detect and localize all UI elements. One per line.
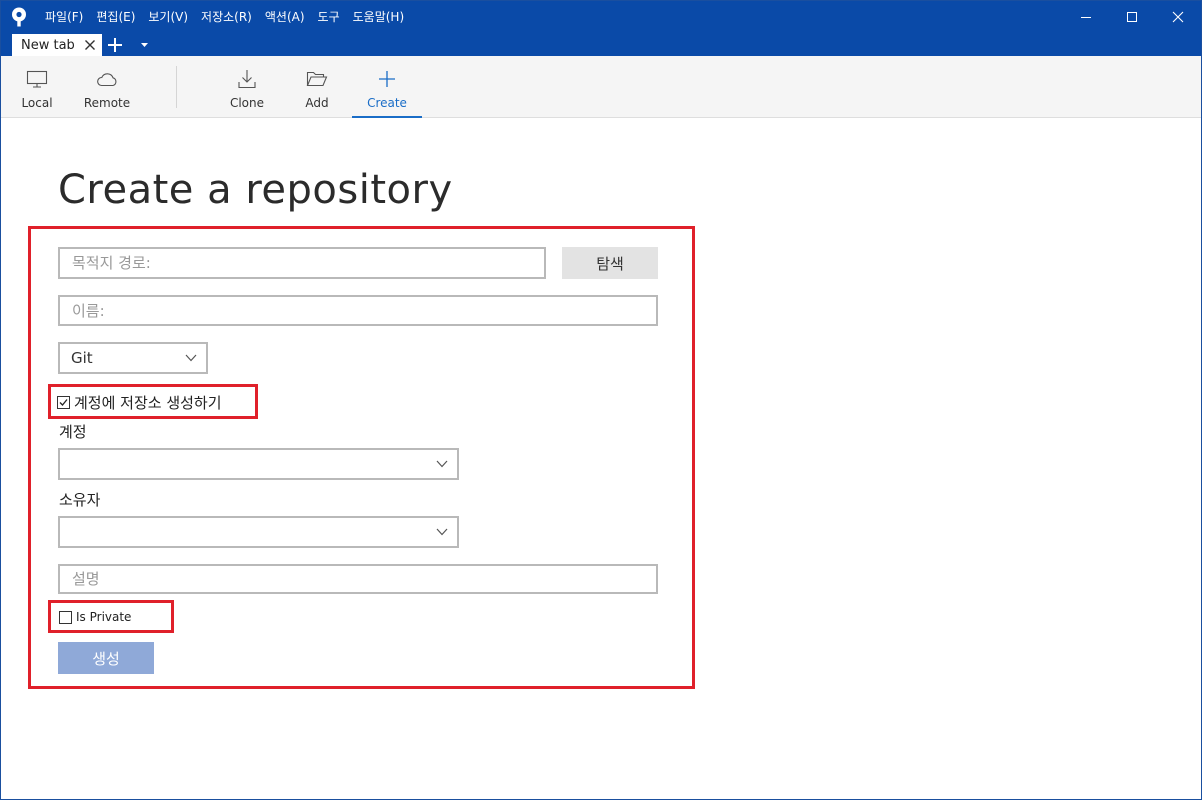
toolbar-create[interactable]: Create [352,56,422,118]
plus-icon [379,71,395,87]
sourcetree-logo-icon[interactable] [10,7,28,27]
toolbar-local[interactable]: Local [11,56,63,118]
tab-bar: New tab [1,32,1201,56]
menu-file[interactable]: 파일(F) [45,8,83,25]
menu-repository[interactable]: 저장소(R) [201,8,252,25]
private-checkbox[interactable] [59,610,72,624]
account-label: 계정 [59,423,87,441]
owner-select[interactable] [58,516,459,548]
chevron-down-icon [436,460,448,468]
account-select[interactable] [58,448,459,480]
toolbar-clone[interactable]: Clone [221,56,273,118]
toolbar-clone-label: Clone [229,96,265,110]
menu-tools[interactable]: 도구 [318,8,340,25]
menu-actions[interactable]: 액션(A) [265,8,305,25]
owner-label: 소유자 [59,491,101,509]
checkmark-icon [59,399,68,406]
private-label: Is Private [76,610,132,624]
toolbar-add[interactable]: Add [291,56,343,118]
toolbar-separator [176,66,177,108]
new-tab-plus-icon[interactable] [107,37,123,53]
vcs-type-value: Git [71,349,93,367]
toolbar-create-label: Create [367,96,407,110]
maximize-icon [1127,11,1137,22]
private-checkbox-row[interactable]: Is Private [59,610,131,624]
browse-button[interactable]: 탐색 [562,247,658,279]
create-remote-checkbox[interactable] [57,396,70,409]
menu-bar: 파일(F) 편집(E) 보기(V) 저장소(R) 액션(A) 도구 도움말(H) [45,8,417,25]
destination-path-field[interactable] [58,247,546,279]
chevron-down-icon [185,354,197,362]
create-button[interactable]: 생성 [58,642,154,674]
toolbar-add-label: Add [305,96,329,110]
folder-open-icon [306,71,328,87]
create-remote-label: 계정에 저장소 생성하기 [74,394,222,412]
tab-close-icon[interactable] [84,39,96,51]
name-field[interactable] [58,295,658,326]
toolbar-remote[interactable]: Remote [81,56,133,118]
menu-edit[interactable]: 편집(E) [96,8,135,25]
menu-help[interactable]: 도움말(H) [353,8,405,25]
tab-label: New tab [21,37,75,53]
maximize-button[interactable] [1109,1,1155,32]
window-controls [1063,1,1201,32]
page-title: Create a repository [58,167,453,213]
name-input[interactable] [72,301,656,320]
tab-dropdown-icon[interactable] [140,42,149,48]
close-button[interactable] [1155,1,1201,32]
close-icon [1172,11,1184,22]
menu-view[interactable]: 보기(V) [148,8,188,25]
minimize-button[interactable] [1063,1,1109,32]
toolbar: Local Remote Clone Add Create [1,56,1201,118]
monitor-icon [26,70,48,88]
title-bar: 파일(F) 편집(E) 보기(V) 저장소(R) 액션(A) 도구 도움말(H) [1,1,1201,32]
vcs-type-select[interactable]: Git [58,342,208,374]
download-icon [238,70,256,89]
toolbar-remote-label: Remote [83,96,131,110]
create-remote-checkbox-row[interactable]: 계정에 저장소 생성하기 [57,392,222,413]
toolbar-local-label: Local [21,96,53,110]
description-input[interactable] [72,570,656,588]
minimize-icon [1081,16,1091,18]
tab-new-tab[interactable]: New tab [12,34,102,56]
description-field[interactable] [58,564,658,594]
app-window: 파일(F) 편집(E) 보기(V) 저장소(R) 액션(A) 도구 도움말(H)… [0,0,1202,800]
cloud-icon [97,73,117,87]
destination-path-input[interactable] [72,254,544,272]
chevron-down-icon [436,528,448,536]
